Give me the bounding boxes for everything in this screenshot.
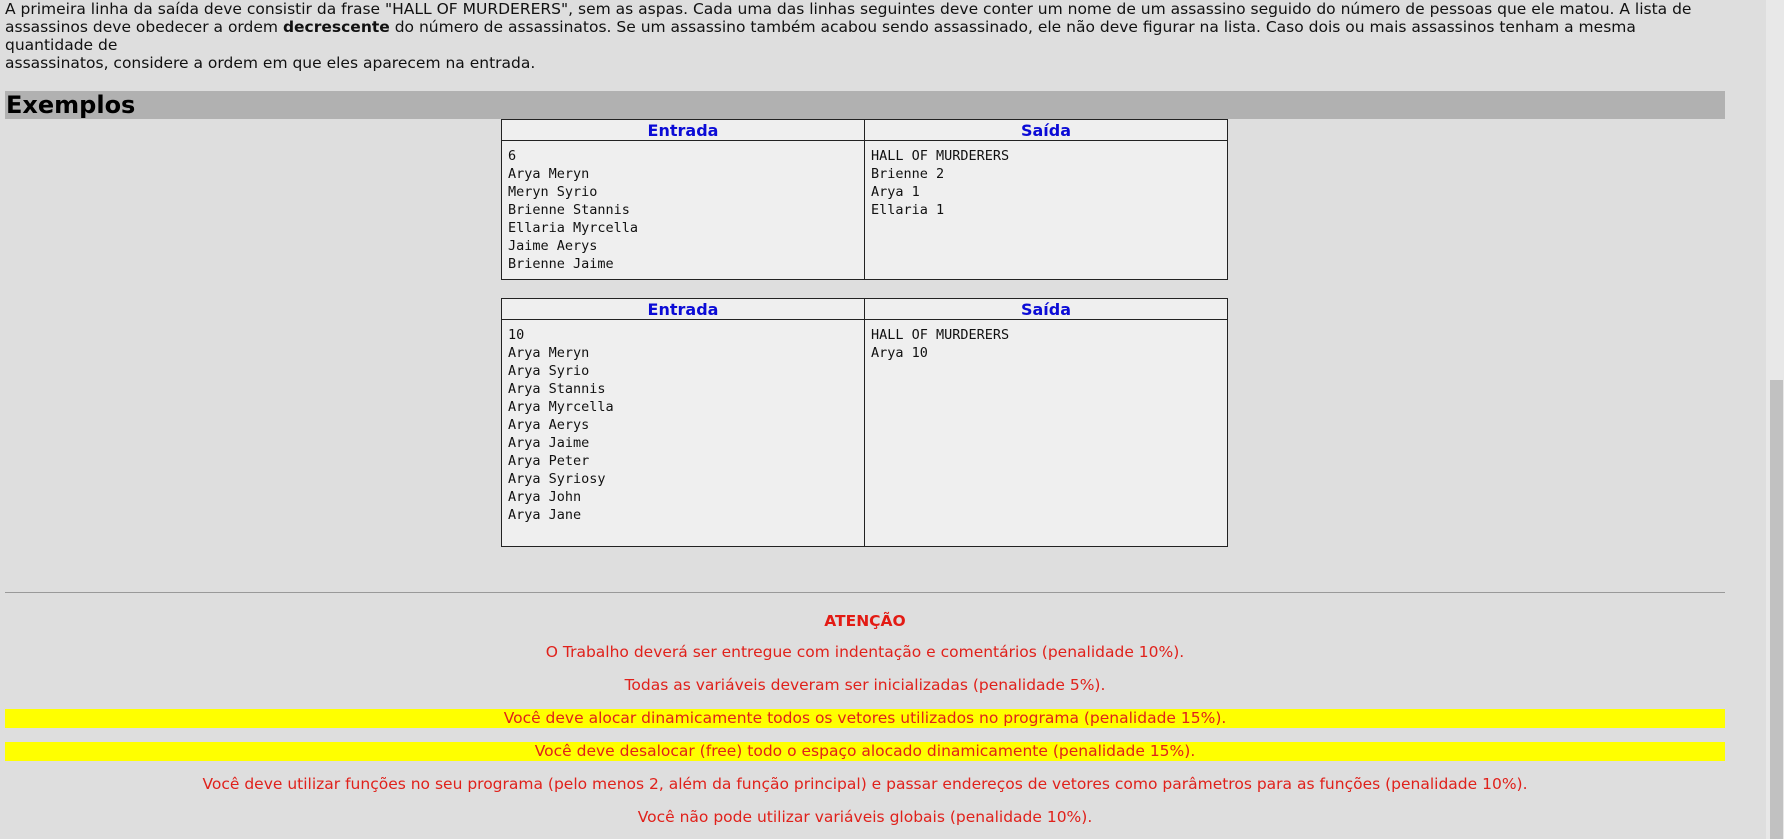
- horizontal-divider: [5, 592, 1725, 593]
- output-cell: HALL OF MURDERERS Brienne 2 Arya 1 Ellar…: [864, 140, 1228, 280]
- example-table-2: Entrada Saída 10 Arya Meryn Arya Syrio A…: [501, 298, 1228, 547]
- output-header: Saída: [864, 298, 1228, 320]
- input-cell: 10 Arya Meryn Arya Syrio Arya Stannis Ar…: [501, 319, 865, 547]
- example-body-row: 6 Arya Meryn Meryn Syrio Brienne Stannis…: [501, 140, 1228, 280]
- note-initialization: Todas as variáveis deveram ser inicializ…: [624, 676, 1106, 694]
- page: A primeira linha da saída deve consistir…: [0, 0, 1784, 839]
- attention-notes: ATENÇÃO O Trabalho deverá ser entregue c…: [5, 612, 1725, 839]
- output-text: HALL OF MURDERERS Arya 10: [871, 327, 1010, 361]
- intro-line-1: A primeira linha da saída deve consistir…: [5, 0, 1692, 18]
- input-text: 6 Arya Meryn Meryn Syrio Brienne Stannis…: [508, 148, 639, 272]
- note-dynamic-allocation: Você deve alocar dinamicamente todos os …: [5, 709, 1725, 728]
- example-body-row: 10 Arya Meryn Arya Syrio Arya Stannis Ar…: [501, 319, 1228, 547]
- examples-section-bar: Exemplos: [5, 91, 1725, 119]
- intro-line-2-pre: assassinos deve obedecer a ordem: [5, 18, 283, 36]
- section-title: Exemplos: [6, 91, 136, 119]
- note-free-memory: Você deve desalocar (free) todo o espaço…: [5, 742, 1725, 761]
- input-header: Entrada: [501, 119, 865, 141]
- output-text: HALL OF MURDERERS Brienne 2 Arya 1 Ellar…: [871, 148, 1010, 218]
- example-table-1: Entrada Saída 6 Arya Meryn Meryn Syrio B…: [501, 119, 1228, 280]
- scrollbar-thumb[interactable]: [1770, 380, 1783, 839]
- example-header-row: Entrada Saída: [501, 298, 1228, 320]
- intro-paragraph: A primeira linha da saída deve consistir…: [5, 0, 1725, 72]
- input-header: Entrada: [501, 298, 865, 320]
- input-cell: 6 Arya Meryn Meryn Syrio Brienne Stannis…: [501, 140, 865, 280]
- note-indentation: O Trabalho deverá ser entregue com inden…: [545, 643, 1185, 661]
- output-cell: HALL OF MURDERERS Arya 10: [864, 319, 1228, 547]
- vertical-scrollbar[interactable]: [1766, 0, 1784, 839]
- intro-line-3: assassinatos, considere a ordem em que e…: [5, 54, 536, 72]
- input-text: 10 Arya Meryn Arya Syrio Arya Stannis Ar…: [508, 327, 614, 523]
- note-no-globals: Você não pode utilizar variáveis globais…: [637, 808, 1093, 826]
- main-content: A primeira linha da saída deve consistir…: [5, 0, 1725, 119]
- note-functions: Você deve utilizar funções no seu progra…: [202, 775, 1528, 793]
- attention-title: ATENÇÃO: [824, 612, 906, 630]
- output-header: Saída: [864, 119, 1228, 141]
- example-header-row: Entrada Saída: [501, 119, 1228, 141]
- intro-bold-word: decrescente: [282, 18, 390, 36]
